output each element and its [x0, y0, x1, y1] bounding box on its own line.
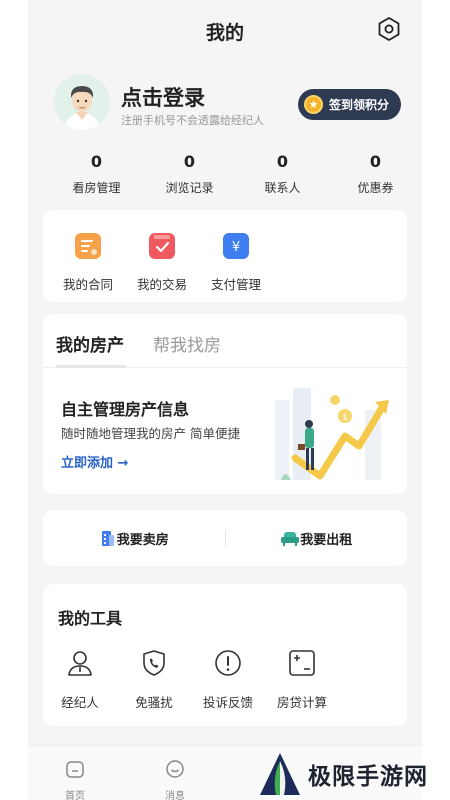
tab-find-house[interactable]: 帮我找房 [153, 331, 221, 356]
sell-rent-card: 我要卖房 我要出租 [43, 510, 407, 566]
rent-out-button[interactable]: 我要出租 [226, 529, 408, 548]
stat-value: 0 [90, 152, 103, 171]
yen-glyph: ¥ [232, 240, 240, 255]
tool-mortgage-calculator[interactable]: 房贷计算 [265, 648, 339, 711]
transaction-icon [149, 233, 175, 259]
page-title: 我的 [205, 22, 244, 44]
agent-icon [68, 651, 92, 676]
stat-value: 0 [183, 152, 196, 171]
signin-points-button[interactable]: ★ 签到领积分 [298, 89, 401, 120]
quick-action-label: 支付管理 [210, 277, 261, 292]
stat-label: 联系人 [264, 181, 301, 195]
property-title: 自主管理房产信息 [61, 400, 190, 419]
stat-label: 浏览记录 [165, 181, 214, 195]
login-prompt[interactable]: 点击登录 [121, 82, 205, 112]
sofa-icon [281, 532, 300, 546]
tab-home[interactable]: 首页 [50, 758, 100, 800]
tab-messages[interactable]: 消息 [150, 758, 200, 800]
growth-illustration: $ [275, 388, 389, 480]
tab-indicator [56, 365, 126, 368]
tab-messages-label: 消息 [165, 791, 185, 800]
stat-value: 0 [276, 152, 289, 171]
watermark-logo-icon [260, 753, 300, 795]
tab-home-label: 首页 [65, 791, 85, 800]
tool-label: 经纪人 [61, 695, 99, 710]
quick-actions-card: 我的合同 我的交易 ¥ 支付管理 [43, 210, 407, 302]
property-subtitle: 随时随地管理我的房产 简单便捷 [61, 426, 240, 441]
stat-coupons[interactable]: 0 优惠券 [329, 152, 422, 198]
quick-action-label: 我的交易 [136, 277, 187, 292]
coin-icon: ★ [304, 95, 323, 114]
watermark-text: 极限手游网 [308, 764, 428, 790]
no-disturb-phone-icon [143, 650, 165, 676]
stat-label: 优惠券 [357, 181, 394, 195]
login-subtitle: 注册手机号不会透露给经纪人 [121, 114, 264, 127]
message-icon [166, 760, 184, 778]
property-card: 我的房产 帮我找房 自主管理房产信息 随时随地管理我的房产 简单便捷 立即添加 … [43, 314, 407, 494]
watermark: 极限手游网 [258, 748, 450, 800]
settings-icon[interactable] [376, 16, 402, 42]
tool-label: 免骚扰 [135, 695, 173, 710]
quick-action-payment[interactable]: ¥ 支付管理 [199, 210, 273, 302]
stat-history[interactable]: 0 浏览记录 [143, 152, 236, 198]
stat-value: 0 [369, 152, 382, 171]
tab-my-property[interactable]: 我的房产 [56, 331, 124, 356]
payment-icon: ¥ [223, 233, 249, 259]
add-property-link[interactable]: 立即添加 → [61, 452, 128, 471]
building-icon [101, 531, 114, 546]
tool-agent[interactable]: 经纪人 [43, 648, 117, 711]
rent-label: 我要出租 [300, 532, 353, 548]
tool-complaint[interactable]: 投诉反馈 [191, 648, 265, 711]
signin-label: 签到领积分 [329, 98, 390, 112]
complaint-icon [215, 650, 241, 676]
stat-contacts[interactable]: 0 联系人 [236, 152, 329, 198]
tool-label: 投诉反馈 [202, 695, 253, 710]
contract-icon [75, 233, 101, 259]
quick-action-label: 我的合同 [62, 277, 113, 292]
app-screen: 我的 点击登录 注册手机号不会透露给经纪人 ★ 签到领积分 0 看房管理 0 浏… [28, 0, 422, 800]
home-icon [66, 761, 84, 778]
calculator-icon [289, 650, 315, 676]
quick-action-transaction[interactable]: 我的交易 [125, 210, 199, 302]
stat-label: 看房管理 [72, 181, 121, 195]
tools-row: 经纪人 免骚扰 投诉反馈 房贷计算 [43, 648, 339, 711]
header: 我的 [28, 0, 422, 60]
tool-label: 房贷计算 [276, 695, 327, 710]
stat-viewing[interactable]: 0 看房管理 [50, 152, 143, 198]
profile-section: 点击登录 注册手机号不会透露给经纪人 ★ 签到领积分 [28, 60, 422, 140]
sell-house-button[interactable]: 我要卖房 [43, 529, 225, 548]
tool-no-disturb[interactable]: 免骚扰 [117, 648, 191, 711]
sell-label: 我要卖房 [116, 532, 169, 548]
svg-text:$: $ [342, 413, 348, 423]
tools-card: 我的工具 经纪人 免骚扰 投诉反馈 房贷计算 [43, 584, 407, 726]
quick-action-contract[interactable]: 我的合同 [51, 210, 125, 302]
avatar[interactable] [54, 74, 110, 130]
tools-title: 我的工具 [58, 609, 123, 628]
stats-row: 0 看房管理 0 浏览记录 0 联系人 0 优惠券 [28, 140, 422, 198]
property-tabs: 我的房产 帮我找房 [43, 314, 407, 368]
